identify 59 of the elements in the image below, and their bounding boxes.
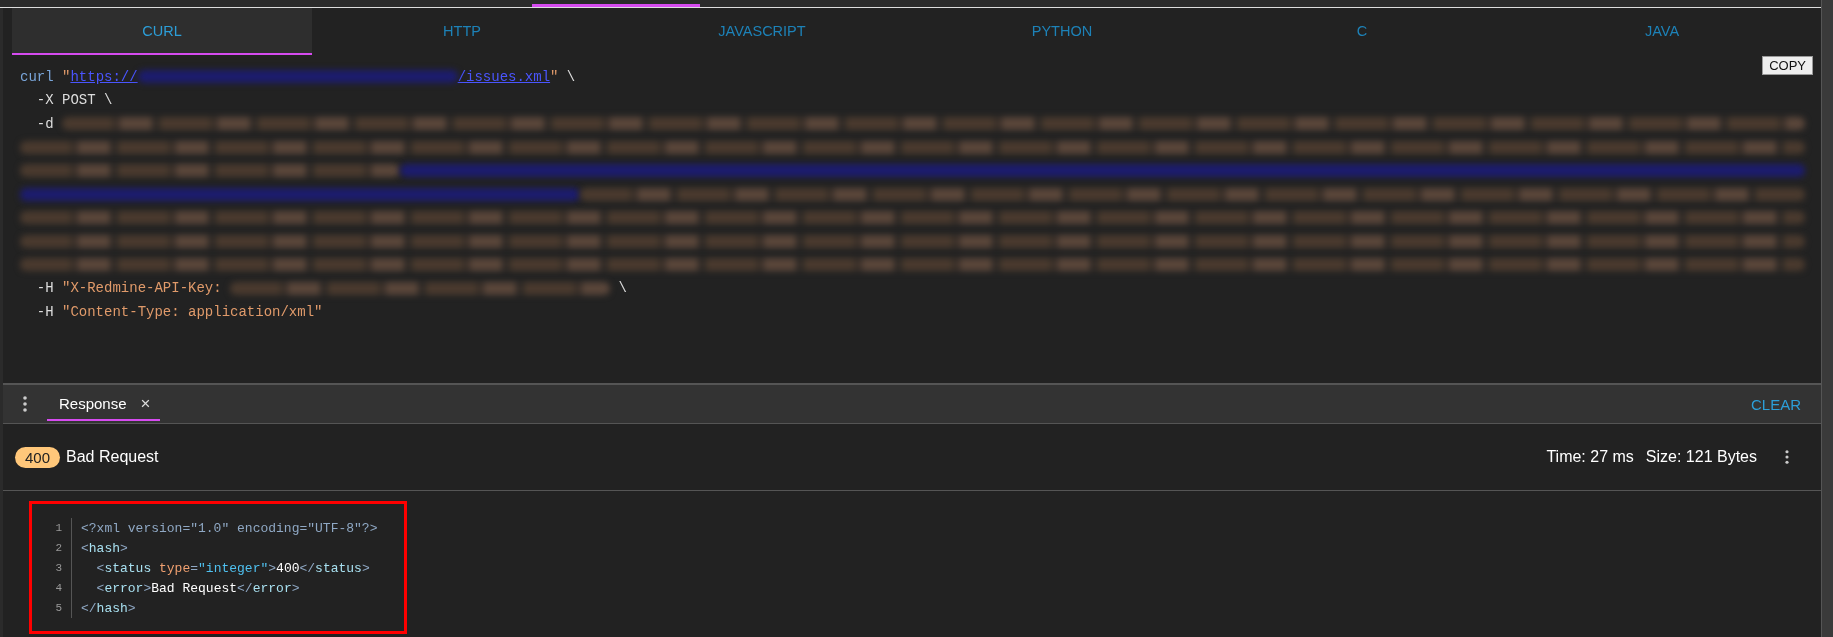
xml-tag-name: hash <box>88 540 121 556</box>
language-tab[interactable]: JAVASCRIPT <box>612 8 912 55</box>
code-string: "Content-Type: application/xml" <box>62 303 323 320</box>
xml-punctuation: < <box>95 560 105 576</box>
code-text: -d <box>35 115 55 132</box>
line-number: 5 <box>48 598 72 618</box>
xml-punctuation: </ <box>237 580 253 596</box>
code-string: " <box>61 68 71 85</box>
url-link[interactable]: https:// <box>70 68 138 85</box>
status-code-badge: 400 <box>15 446 61 468</box>
code-text: -X POST \ <box>35 92 113 109</box>
xml-punctuation: > <box>143 580 152 596</box>
code-string: " <box>550 68 559 85</box>
scrollbar[interactable] <box>1821 0 1833 637</box>
xml-tag-name: hash <box>96 600 128 616</box>
xml-punctuation: > <box>127 600 136 616</box>
xml-tag-name: error <box>104 580 144 596</box>
xml-punctuation: < <box>95 580 105 596</box>
close-icon[interactable]: × <box>140 393 151 414</box>
xml-punctuation: > <box>291 580 300 596</box>
xml-punctuation: <?xml version="1.0" encoding="UTF-8"?> <box>81 520 378 536</box>
xml-punctuation: > <box>268 560 277 576</box>
code-text: \ <box>565 68 576 85</box>
language-tab[interactable]: JAVA <box>1512 8 1812 55</box>
line-number: 1 <box>48 518 72 538</box>
xml-tag-name: status <box>315 560 362 576</box>
xml-text: 400 <box>276 560 300 576</box>
line-number: 4 <box>48 578 72 598</box>
xml-tag-name: status <box>104 560 152 576</box>
response-time: Time: 27 ms <box>1546 448 1634 466</box>
xml-punctuation: > <box>120 540 128 556</box>
response-size: Size: 121 Bytes <box>1645 448 1757 466</box>
language-tab[interactable]: PYTHON <box>912 8 1212 55</box>
more-icon[interactable] <box>23 396 27 412</box>
xml-attribute: type <box>158 560 191 576</box>
xml-punctuation: </ <box>81 600 97 616</box>
code-text: \ <box>617 280 627 297</box>
more-icon[interactable] <box>1785 450 1789 464</box>
xml-punctuation: = <box>190 560 199 576</box>
code-keyword: curl <box>20 68 54 85</box>
line-number: 3 <box>48 558 72 578</box>
line-number: 2 <box>48 538 72 558</box>
xml-punctuation: </ <box>299 560 316 576</box>
code-string: "X-Redmine-API-Key: <box>62 280 223 297</box>
xml-tag-name: error <box>252 580 292 596</box>
xml-attribute-value: "integer" <box>198 560 269 576</box>
response-tab[interactable]: Response × <box>47 387 161 421</box>
copy-button[interactable]: COPY <box>1762 56 1813 75</box>
language-tab[interactable]: CURL <box>12 8 312 55</box>
url-link[interactable]: /issues.xml <box>457 68 551 85</box>
status-text: Bad Request <box>66 448 159 466</box>
xml-text: Bad Request <box>151 580 238 596</box>
language-tab[interactable]: C <box>1212 8 1512 55</box>
xml-punctuation: > <box>361 560 370 576</box>
xml-punctuation: < <box>81 540 89 556</box>
language-tab[interactable]: HTTP <box>312 8 612 55</box>
clear-button[interactable]: CLEAR <box>1750 395 1801 413</box>
code-text: -H <box>35 303 55 320</box>
code-text: -H <box>35 280 55 297</box>
